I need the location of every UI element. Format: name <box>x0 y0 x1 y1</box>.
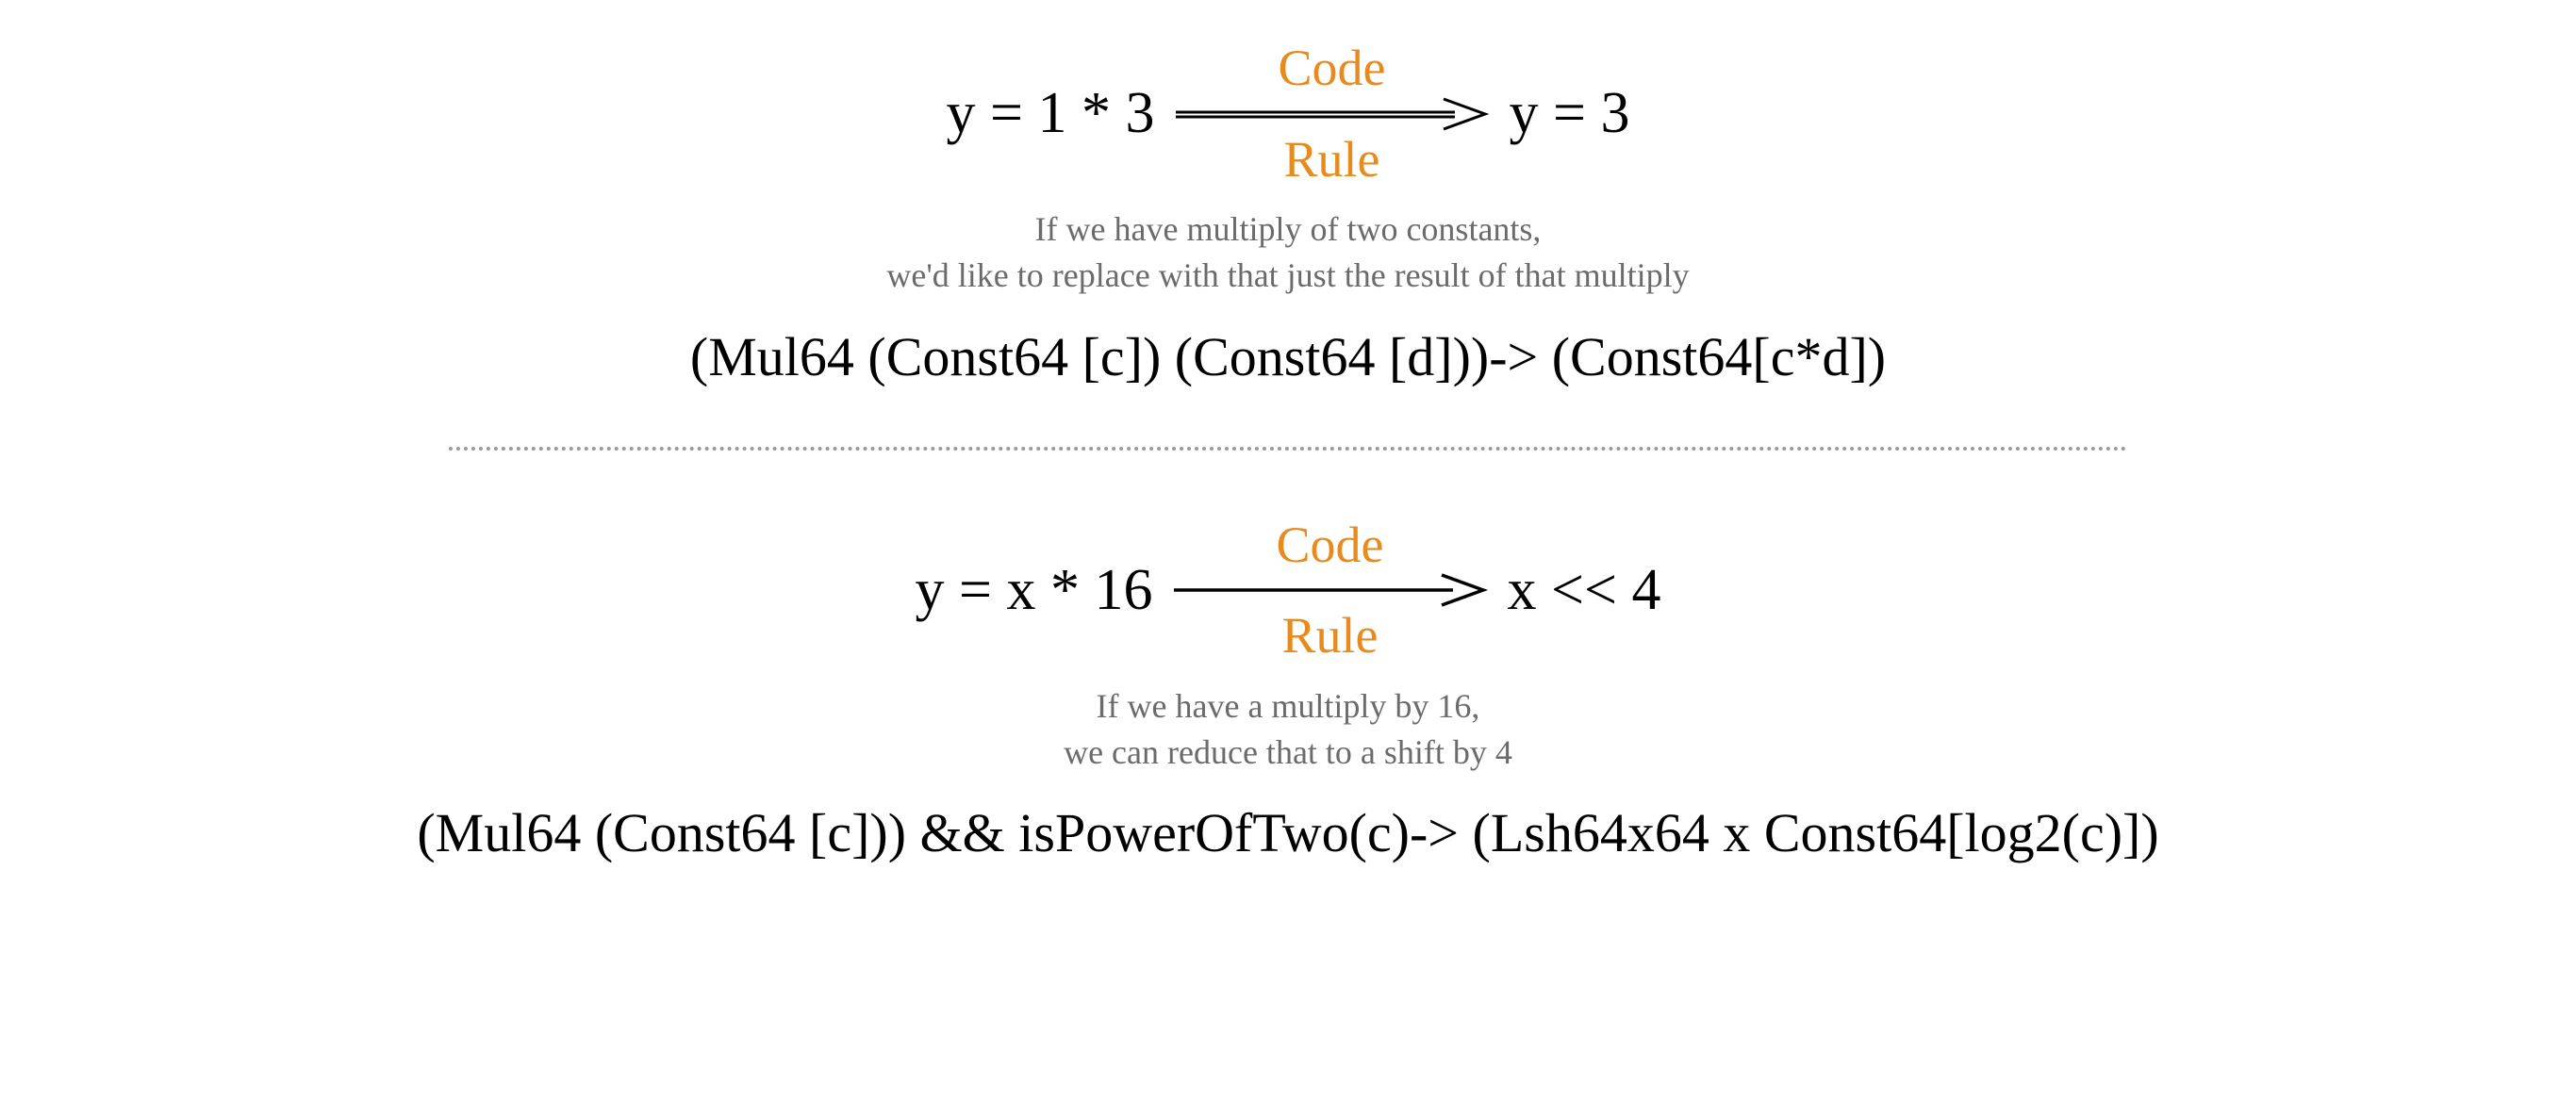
code-label-2: Code <box>1277 518 1384 572</box>
arrow-icon <box>1172 93 1493 135</box>
arrow-block-1: Code Rule <box>1172 41 1493 186</box>
rewrite-rule-section-2: y = x * 16 Code Rule x << 4 If we have a… <box>0 509 2576 865</box>
rewrite-rule-section-1: y = 1 * 3 Code Rule y = 3 If we have mul… <box>0 0 2576 388</box>
rule-expression-2: (Mul64 (Const64 [c])) && isPowerOfTwo(c)… <box>417 801 2158 864</box>
lhs-expression-1: y = 1 * 3 <box>947 80 1155 147</box>
rule-label-1: Rule <box>1284 133 1380 187</box>
arrow-block-2: Code Rule <box>1170 518 1491 663</box>
arrow-icon <box>1170 569 1491 611</box>
code-label-1: Code <box>1279 41 1386 95</box>
transformation-row-2: y = x * 16 Code Rule x << 4 <box>916 518 1661 663</box>
rhs-expression-2: x << 4 <box>1508 557 1661 624</box>
rule-expression-1: (Mul64 (Const64 [c]) (Const64 [d]))-> (C… <box>690 325 1886 388</box>
rule-label-2: Rule <box>1282 609 1379 663</box>
lhs-expression-2: y = x * 16 <box>916 557 1153 624</box>
rhs-expression-1: y = 3 <box>1510 80 1630 147</box>
transformation-row-1: y = 1 * 3 Code Rule y = 3 <box>947 41 1630 186</box>
section-divider <box>449 447 2127 451</box>
description-1: If we have multiply of two constants, we… <box>886 206 1689 298</box>
description-2: If we have a multiply by 16, we can redu… <box>1064 683 1512 775</box>
